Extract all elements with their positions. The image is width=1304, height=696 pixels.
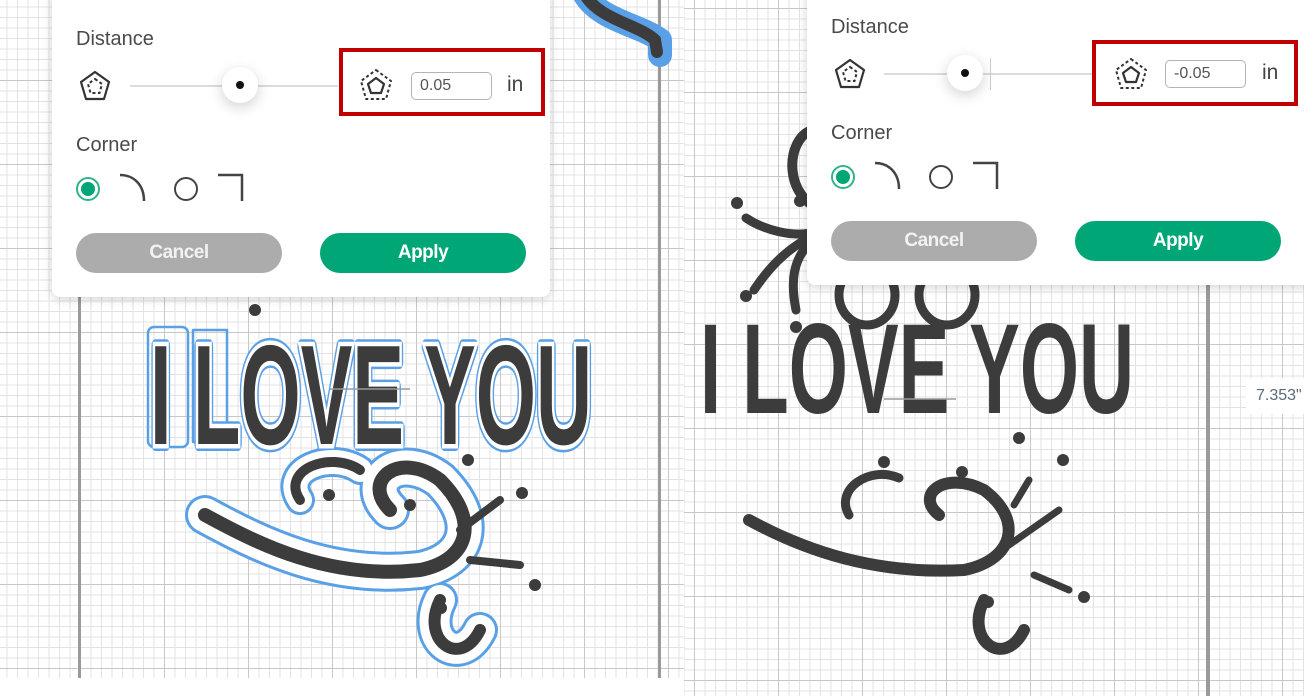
offset-panel: Distance 0.05 in Corner Cancel Apply xyxy=(52,0,550,297)
corner-square-radio[interactable] xyxy=(929,165,953,189)
corner-label: Corner xyxy=(831,122,893,144)
corner-rounded-radio[interactable] xyxy=(831,165,855,189)
distance-label: Distance xyxy=(76,28,154,50)
pentagon-outset-icon[interactable] xyxy=(359,68,393,102)
square-corner-icon xyxy=(973,161,999,189)
canvas-left-positive-offset[interactable]: I LOVE YOU I LOVE YOU I LOVE YOU Distanc… xyxy=(0,0,684,678)
distance-slider-thumb[interactable] xyxy=(222,67,258,103)
apply-button[interactable]: Apply xyxy=(320,233,526,273)
pentagon-inset-icon[interactable] xyxy=(834,58,866,90)
distance-label: Distance xyxy=(831,16,909,38)
pentagon-inset-icon[interactable] xyxy=(79,70,111,102)
pentagon-outset-icon[interactable] xyxy=(1114,57,1148,91)
pane-separator xyxy=(0,678,684,696)
slider-zero-mark xyxy=(990,58,991,90)
cancel-button[interactable]: Cancel xyxy=(76,233,282,273)
square-corner-icon xyxy=(218,173,244,201)
unit-label: in xyxy=(1262,61,1279,84)
artwork-text: I LOVE YOU xyxy=(700,298,1134,441)
dimension-readout: 7.353" xyxy=(1246,378,1304,414)
canvas-right-negative-offset[interactable]: I LOVE YOU 7.353" Distance -0.05 in Corn… xyxy=(684,0,1304,696)
offset-panel: Distance -0.05 in Corner Cancel Apply xyxy=(807,0,1304,285)
distance-input[interactable]: -0.05 xyxy=(1165,60,1246,88)
cancel-button[interactable]: Cancel xyxy=(831,221,1037,261)
unit-label: in xyxy=(507,73,524,96)
corner-label: Corner xyxy=(76,134,138,156)
corner-square-radio[interactable] xyxy=(174,177,198,201)
rounded-corner-icon xyxy=(874,161,901,190)
distance-input[interactable]: 0.05 xyxy=(411,72,492,100)
distance-slider-thumb[interactable] xyxy=(947,55,983,91)
artwork-text: I LOVE YOU xyxy=(150,316,592,475)
rounded-corner-icon xyxy=(119,173,146,202)
corner-rounded-radio[interactable] xyxy=(76,177,100,201)
apply-button[interactable]: Apply xyxy=(1075,221,1281,261)
